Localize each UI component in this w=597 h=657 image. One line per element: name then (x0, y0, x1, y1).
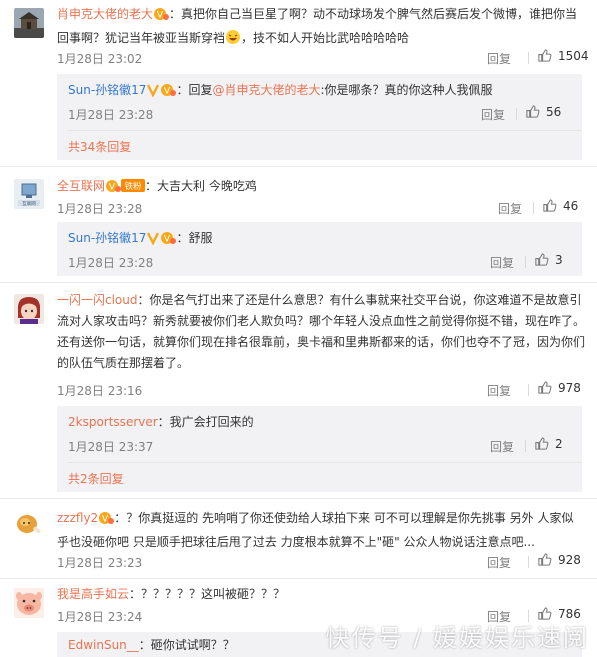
reply-button[interactable]: 回复 (487, 50, 511, 67)
like-count: 56 (546, 104, 562, 119)
fan-badge-label: 铁粉 (125, 181, 143, 192)
reply-button[interactable]: 回复 (487, 382, 511, 399)
mention-link[interactable]: @肖申克大佬的老大 (212, 83, 320, 97)
comment-username[interactable]: 肖申克大佬的老大 (57, 7, 153, 21)
divider (528, 384, 529, 396)
divider (528, 52, 529, 64)
thumbs-up-icon (538, 49, 552, 62)
reply-username[interactable]: Sun-孙铭徽17 (68, 83, 146, 97)
comment-username[interactable]: 全互联网 (57, 179, 105, 193)
comment-username[interactable]: 一闪一闪cloud (57, 293, 138, 307)
thumbs-up-icon (535, 437, 549, 450)
reply-button[interactable]: 回复 (490, 254, 514, 271)
svg-text:互联网: 互联网 (22, 200, 36, 207)
svg-text:V: V (164, 87, 171, 97)
like-button[interactable]: 978 (537, 380, 581, 395)
like-button[interactable]: 46 (542, 198, 578, 213)
comment-text: ：？你真挺逗的 先响哨了你还使劲给人球拍下来 可不可以理解是你先挑事 另外 人家… (57, 511, 574, 549)
like-button[interactable]: 3 (534, 252, 563, 267)
avatar[interactable] (14, 8, 44, 38)
thumbs-up-icon (526, 105, 540, 118)
fan-badge: 铁粉 (121, 178, 146, 199)
like-count: 46 (563, 198, 579, 213)
divider (0, 282, 597, 283)
thumbs-up-icon (535, 253, 549, 266)
reply-button[interactable]: 回复 (490, 438, 514, 455)
divider (525, 256, 526, 268)
reply-username[interactable]: Sun-孙铭徽17 (68, 231, 146, 245)
thumbs-up-icon (543, 199, 557, 212)
svg-text:V: V (102, 515, 109, 525)
like-count: 3 (555, 252, 563, 267)
reply-time: 1月28日 23:37 (68, 440, 154, 454)
reply-box: Sun-孙铭徽17 V ：舒服 1月28日 23:28 回复 3 (57, 222, 582, 276)
divider (0, 166, 597, 167)
like-button[interactable]: 2 (534, 436, 563, 451)
svg-text:V: V (157, 11, 164, 21)
vip-badge-icon: V (160, 231, 177, 252)
like-button[interactable]: 56 (525, 104, 561, 119)
more-replies-link[interactable]: 共2条回复 (68, 470, 124, 487)
watermark: 快传号 / 媛媛娱乐速阅 (325, 624, 589, 652)
avatar[interactable] (14, 294, 44, 324)
reply-box: Sun-孙铭徽17 V ：回复@肖申克大佬的老大:你是哪条？真的你这种人我佩服 1月… (57, 74, 582, 160)
comment-username[interactable]: 我是高手如云 (57, 587, 129, 601)
comment-time: 1月28日 23:16 (57, 384, 143, 398)
comment-time: 1月28日 23:23 (57, 556, 143, 570)
thumbs-up-icon (538, 381, 552, 394)
reply-text: ：舒服 (176, 231, 213, 245)
divider (516, 108, 517, 120)
vip-badge-icon: V (105, 179, 122, 200)
svg-text:V: V (109, 183, 116, 193)
reply-button[interactable]: 回复 (487, 554, 511, 571)
avatar[interactable] (14, 588, 44, 618)
comment-text: ：大吉大利 今晚吃鸡 (145, 179, 257, 193)
like-button[interactable]: 1504 (537, 48, 589, 63)
vip-badge-icon: V (160, 83, 177, 104)
like-count: 978 (558, 380, 581, 395)
vip-badge-icon: V (153, 7, 170, 28)
verified-v-icon (146, 83, 160, 104)
reply-text: :你是哪条？真的你这种人我佩服 (320, 83, 493, 97)
reply-time: 1月28日 23:28 (68, 256, 154, 270)
reply-username[interactable]: 2ksportsserver (68, 415, 158, 429)
reply-button[interactable]: 回复 (498, 200, 522, 217)
comment-time: 1月28日 23:28 (57, 202, 143, 216)
reply-text: ：砸你试试啊？？ (138, 638, 235, 652)
divider (68, 462, 582, 463)
comment-text: ：？？？？？这叫被砸？？？ (129, 587, 286, 601)
like-count: 1504 (558, 48, 589, 63)
avatar[interactable]: 互联网 (14, 179, 44, 209)
reply-time: 1月28日 23:28 (68, 108, 154, 122)
like-count: 2 (555, 436, 563, 451)
verified-v-icon (146, 231, 160, 252)
like-count: 928 (558, 552, 581, 567)
more-replies-link[interactable]: 共34条回复 (68, 138, 131, 155)
comment-text-cont: ，技不如人开始比武哈哈哈哈哈 (241, 31, 410, 45)
reply-text: ：我广会打回来的 (157, 415, 254, 429)
like-button[interactable]: 928 (537, 552, 581, 567)
vip-badge-icon: V (98, 511, 115, 532)
comment-time: 1月28日 23:24 (57, 610, 143, 624)
comment-username[interactable]: zzzfly2 (57, 511, 98, 525)
avatar[interactable] (14, 510, 44, 540)
svg-text:V: V (164, 235, 171, 245)
divider (0, 578, 597, 579)
divider (0, 498, 597, 499)
reply-box: 2ksportsserver：我广会打回来的 1月28日 23:37 回复 2 … (57, 406, 582, 492)
reply-button[interactable]: 回复 (481, 106, 505, 123)
divider (528, 556, 529, 568)
divider (68, 130, 582, 131)
thumbs-up-icon (538, 553, 552, 566)
comment-time: 1月28日 23:02 (57, 52, 143, 66)
reply-mid: ：回复 (176, 83, 213, 97)
reply-username[interactable]: EdwinSun__ (68, 638, 139, 652)
divider (525, 440, 526, 452)
divider (533, 202, 534, 214)
